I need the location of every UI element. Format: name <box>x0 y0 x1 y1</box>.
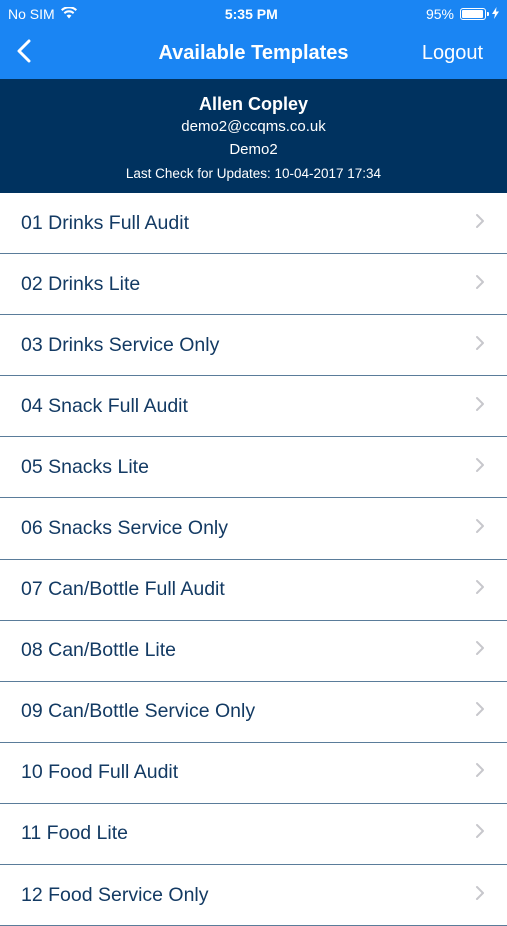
template-row[interactable]: 09 Can/Bottle Service Only <box>0 681 507 743</box>
last-check-updates: Last Check for Updates: 10-04-2017 17:34 <box>125 166 382 181</box>
template-label: 06 Snacks Service Only <box>21 517 229 540</box>
chevron-right-icon <box>475 518 485 539</box>
clock: 5:35 PM <box>224 6 278 22</box>
template-label: 05 Snacks Lite <box>21 455 149 478</box>
template-label: 01 Drinks Full Audit <box>21 211 189 234</box>
template-row[interactable]: 03 Drinks Service Only <box>0 315 507 377</box>
template-label: 08 Can/Bottle Lite <box>21 639 177 662</box>
chevron-right-icon <box>475 701 485 722</box>
user-info-header: Allen Copley demo2@ccqms.co.uk Demo2 Las… <box>0 79 507 193</box>
logout-button[interactable]: Logout <box>422 42 507 65</box>
template-row[interactable]: 10 Food Full Audit <box>0 742 507 804</box>
charging-bolt-icon <box>491 6 499 22</box>
template-label: 03 Drinks Service Only <box>21 333 220 356</box>
template-label: 02 Drinks Lite <box>21 272 141 295</box>
template-row[interactable]: 06 Snacks Service Only <box>0 498 507 560</box>
user-email: demo2@ccqms.co.uk <box>181 118 326 135</box>
chevron-right-icon <box>475 396 485 417</box>
chevron-right-icon <box>475 335 485 356</box>
battery-icon <box>459 8 489 20</box>
status-left: No SIM <box>8 6 77 22</box>
template-label: 07 Can/Bottle Full Audit <box>21 578 225 601</box>
chevron-left-icon <box>17 39 31 68</box>
template-row[interactable]: 11 Food Lite <box>0 803 507 866</box>
chevron-right-icon <box>475 274 485 295</box>
template-row[interactable]: 02 Drinks Lite <box>0 254 507 316</box>
chevron-right-icon <box>475 640 485 661</box>
chevron-right-icon <box>475 213 485 234</box>
user-name: Allen Copley <box>198 94 309 114</box>
template-row[interactable]: 01 Drinks Full Audit <box>0 193 507 255</box>
template-list: 01 Drinks Full Audit 02 Drinks Lite 03 Dri… <box>0 193 507 926</box>
chevron-right-icon <box>475 885 485 906</box>
template-row[interactable]: 08 Can/Bottle Lite <box>0 620 507 682</box>
carrier-label: No SIM <box>8 6 55 22</box>
battery-fill <box>461 10 483 18</box>
template-label: 09 Can/Bottle Service Only <box>21 700 256 723</box>
template-row[interactable]: 07 Can/Bottle Full Audit <box>0 559 507 621</box>
chevron-right-icon <box>475 823 485 844</box>
template-label: 04 Snack Full Audit <box>21 394 188 417</box>
template-row[interactable]: 05 Snacks Lite <box>0 437 507 499</box>
template-label: 11 Food Lite <box>21 822 128 845</box>
status-right: 95% <box>426 6 499 22</box>
template-row[interactable]: 04 Snack Full Audit <box>0 376 507 438</box>
chevron-right-icon <box>475 762 485 783</box>
back-button[interactable] <box>0 28 48 79</box>
chevron-right-icon <box>475 579 485 600</box>
chevron-right-icon <box>475 457 485 478</box>
template-row[interactable]: 12 Food Service Only <box>0 865 507 926</box>
template-label: 12 Food Service Only <box>21 883 209 906</box>
user-company: Demo2 <box>229 141 278 158</box>
battery-percent: 95% <box>425 6 454 22</box>
status-bar: No SIM 5:35 PM 95% <box>0 0 507 28</box>
navigation-bar: Available Templates Logout <box>0 28 507 79</box>
template-label: 10 Food Full Audit <box>21 761 179 784</box>
wifi-icon <box>60 6 77 22</box>
